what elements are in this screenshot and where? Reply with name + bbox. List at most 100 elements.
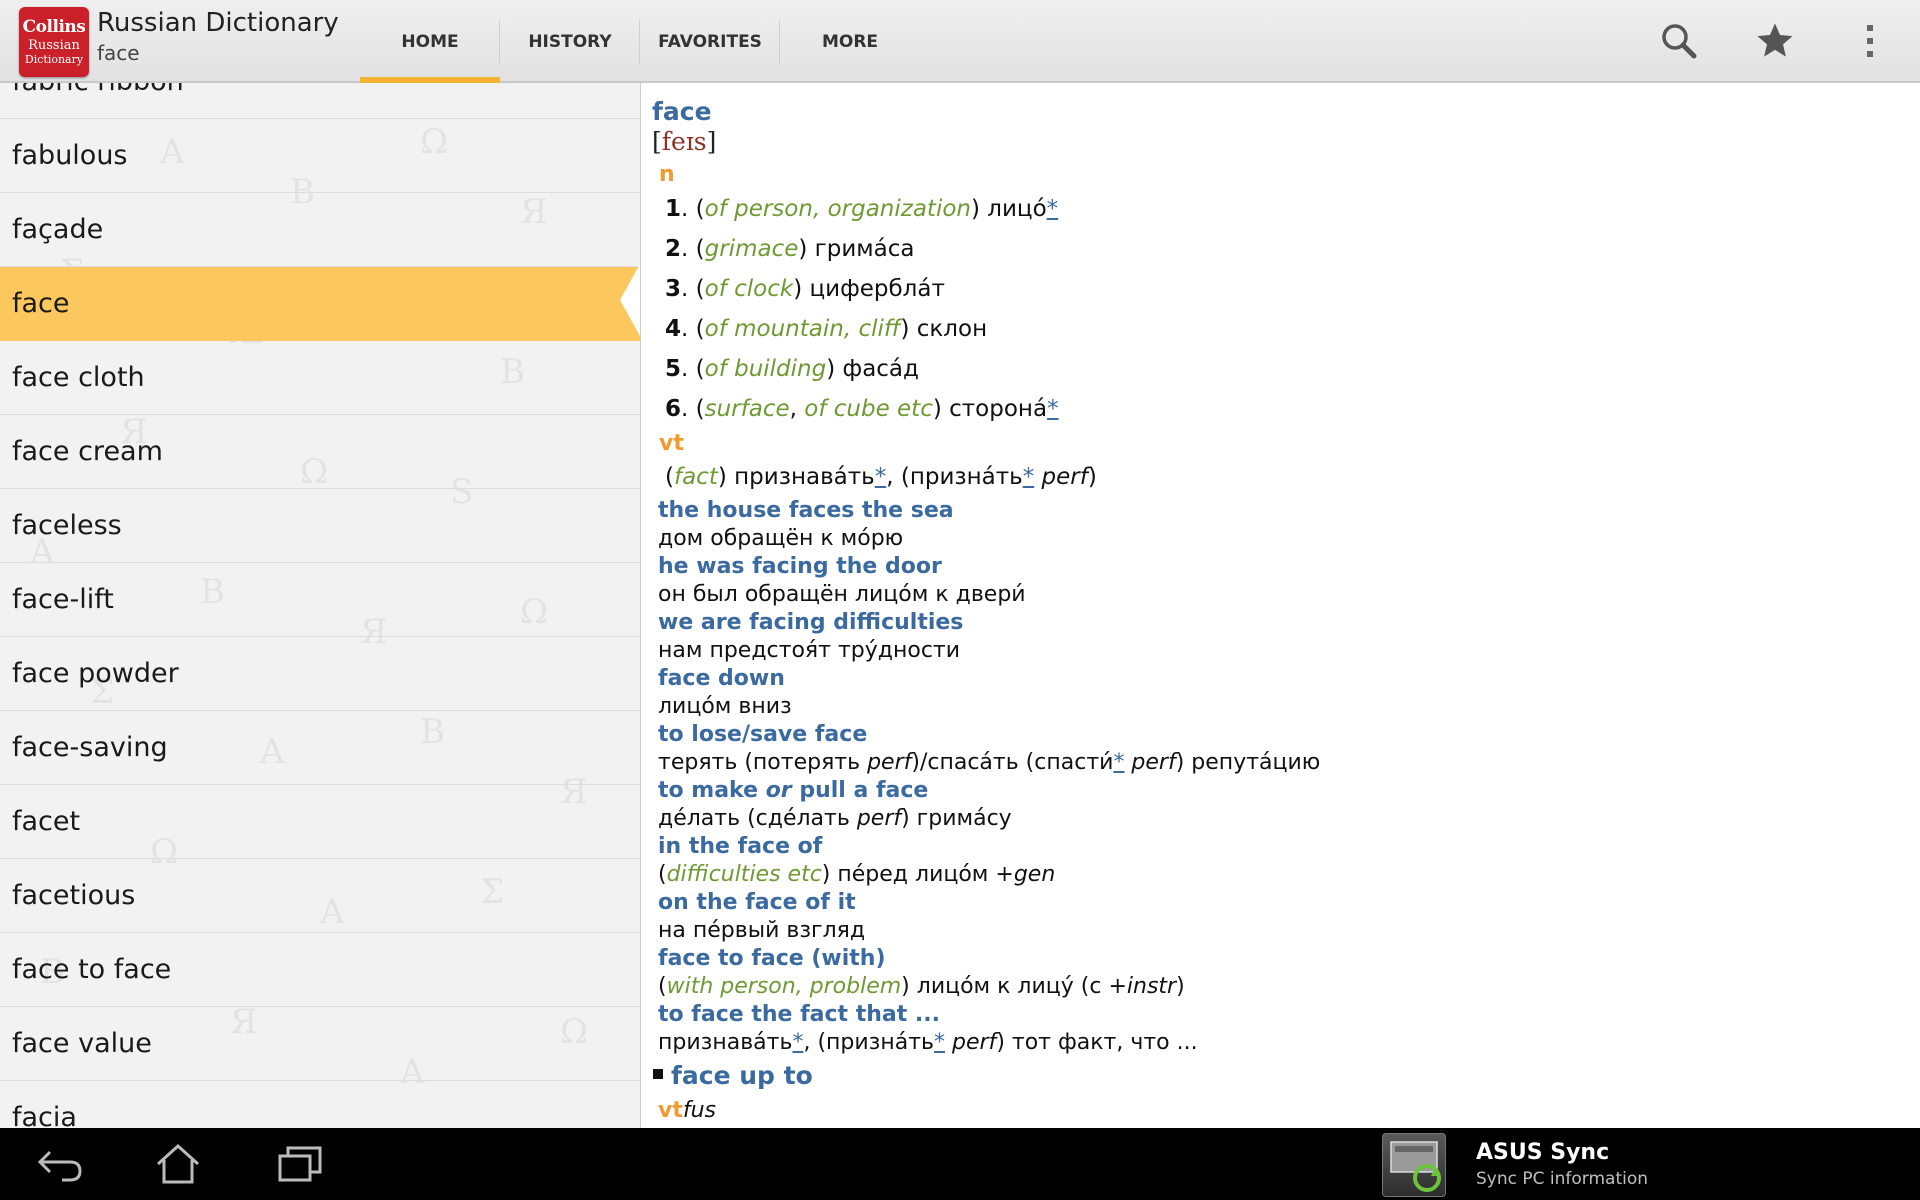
list-item[interactable]: facet — [0, 785, 640, 859]
example-en: to make or pull a face — [658, 778, 929, 803]
tab-home-label: HOME — [401, 31, 459, 52]
example-ru: лицóм вниз — [658, 694, 792, 719]
example-en: he was facing the door — [658, 554, 942, 579]
example-ru: дом обращён к мóрю — [658, 526, 904, 551]
current-word: face — [97, 41, 140, 65]
list-item[interactable]: face cloth — [0, 341, 640, 415]
tab-favorites[interactable]: FAVORITES — [640, 0, 780, 83]
example-en: we are facing difficulties — [658, 610, 964, 635]
list-item-label: face-saving — [12, 732, 168, 763]
tab-history-label: HISTORY — [528, 31, 612, 52]
example-en: face to face (with) — [658, 946, 886, 971]
example-en: to face the fact that ... — [658, 1002, 940, 1027]
list-item-partial-bottom[interactable]: facia — [0, 1081, 640, 1128]
sense-4: 4. (of mountain, cliff) склон — [665, 316, 988, 342]
list-item[interactable]: face value — [0, 1007, 640, 1081]
sub-pos: vtfus — [658, 1098, 717, 1123]
list-item[interactable]: facetious — [0, 859, 640, 933]
list-item[interactable]: face-saving — [0, 711, 640, 785]
pos-noun: n — [659, 162, 675, 187]
logo-line1: Collins — [22, 17, 86, 37]
example-en: on the face of it — [658, 890, 856, 915]
example-en: to lose/save face — [658, 722, 868, 747]
list-item-label: face cloth — [12, 362, 145, 393]
system-nav-bar: ASUS Sync Sync PC information — [0, 1128, 1920, 1200]
back-icon[interactable] — [30, 1140, 90, 1188]
notification-subtitle[interactable]: Sync PC information — [1476, 1169, 1648, 1189]
list-item[interactable]: face powder — [0, 637, 640, 711]
pos-verb: vt — [659, 431, 684, 456]
collins-logo: Collins Russian Dictionary — [19, 7, 89, 77]
star-icon[interactable] — [1752, 18, 1798, 64]
list-item[interactable]: fabulous — [0, 119, 640, 193]
example-en: the house faces the sea — [658, 498, 954, 523]
list-item-label: facia — [12, 1102, 77, 1128]
logo-line3: Dictionary — [24, 53, 84, 66]
tab-favorites-label: FAVORITES — [658, 31, 762, 52]
home-icon[interactable] — [148, 1140, 208, 1188]
tab-home[interactable]: HOME — [360, 0, 500, 85]
verb-sense: (fact) признавáть*, (признáть* perf) — [665, 464, 1097, 490]
list-item[interactable]: face cream — [0, 415, 640, 489]
list-item-label: fabric ribbon — [12, 83, 184, 97]
pronunciation: [feɪs] — [652, 127, 717, 156]
asus-sync-icon[interactable] — [1382, 1133, 1446, 1197]
list-item-label: face powder — [12, 658, 179, 689]
list-item-selected[interactable]: face — [0, 267, 640, 341]
list-item-label: fabulous — [12, 140, 128, 171]
example-en: face down — [658, 666, 785, 691]
recent-apps-icon[interactable] — [270, 1140, 330, 1188]
list-item-partial-top[interactable]: fabric ribbon — [0, 83, 640, 119]
bullet-icon — [653, 1069, 663, 1079]
tab-bar: HOME HISTORY FAVORITES MORE — [360, 0, 920, 85]
sense-1: 1. (of person, organization) лицó* — [665, 196, 1059, 222]
tab-history[interactable]: HISTORY — [500, 0, 640, 83]
list-item-label: façade — [12, 214, 104, 245]
sub-headword: face up to — [653, 1061, 813, 1090]
sense-star-link[interactable]: * — [1047, 396, 1059, 422]
sense-2: 2. (grimace) грима́са — [665, 236, 915, 262]
example-ru: нам предстоя́т трýдности — [658, 638, 961, 663]
list-item[interactable]: face to face — [0, 933, 640, 1007]
example-ru: дéлать (сдéлать perf) гримáсу — [658, 806, 1012, 831]
list-item[interactable]: façade — [0, 193, 640, 267]
list-item-label: face value — [12, 1028, 152, 1059]
list-item[interactable]: faceless — [0, 489, 640, 563]
star-link[interactable]: * — [875, 464, 887, 490]
tab-more[interactable]: MORE — [780, 0, 920, 83]
list-item-label: face to face — [12, 954, 172, 985]
example-ru: (difficulties etc) пéред лицóм +gen — [658, 862, 1056, 887]
logo-line2: Russian — [28, 38, 80, 53]
sense-5: 5. (of building) фасáд — [665, 356, 919, 382]
list-item-label: facetious — [12, 880, 136, 911]
search-icon[interactable] — [1656, 18, 1702, 64]
sense-star-link[interactable]: * — [1047, 196, 1059, 222]
star-link[interactable]: * — [792, 1030, 803, 1055]
word-list[interactable]: ABΩЯ ΣÆAB ЯΩSA BЯΩΣ ABЯΩ AΣBЯ AΩ fabric … — [0, 83, 640, 1128]
sense-6: 6. (surface, of cube etc) сторонá* — [665, 396, 1059, 422]
star-link[interactable]: * — [934, 1030, 945, 1055]
entry-pane[interactable]: face [feɪs] n 1. (of person, organizatio… — [640, 83, 1920, 1128]
list-item-label: faceless — [12, 510, 122, 541]
action-bar: Collins Russian Dictionary Russian Dicti… — [0, 0, 1920, 85]
example-ru: признавáть*, (признáть* perf) тот факт, … — [658, 1030, 1198, 1055]
list-item-label: face-lift — [12, 584, 114, 615]
list-item[interactable]: face-lift — [0, 563, 640, 637]
tab-more-label: MORE — [821, 31, 879, 52]
star-link[interactable]: * — [1023, 464, 1035, 490]
list-item-label: facet — [12, 806, 81, 837]
star-link[interactable]: * — [1113, 750, 1124, 775]
example-ru: на пéрвый взгляд — [658, 918, 866, 943]
list-item-label: face — [12, 288, 70, 319]
overflow-menu-icon[interactable] — [1847, 18, 1893, 64]
notification-title[interactable]: ASUS Sync — [1476, 1140, 1609, 1165]
example-ru: терять (потерять perf)/спасáть (спасти́*… — [658, 750, 1321, 775]
app-title: Russian Dictionary — [97, 8, 339, 38]
example-en: in the face of — [658, 834, 823, 859]
example-ru: (with person, problem) лицóм к лицý (с +… — [658, 974, 1185, 999]
list-item-label: face cream — [12, 436, 163, 467]
entry-headword: face — [652, 97, 712, 126]
example-ru: он был обращён лицóм к двери́ — [658, 582, 1026, 607]
selection-pointer — [620, 264, 640, 336]
sense-3: 3. (of clock) циферблáт — [665, 276, 945, 302]
